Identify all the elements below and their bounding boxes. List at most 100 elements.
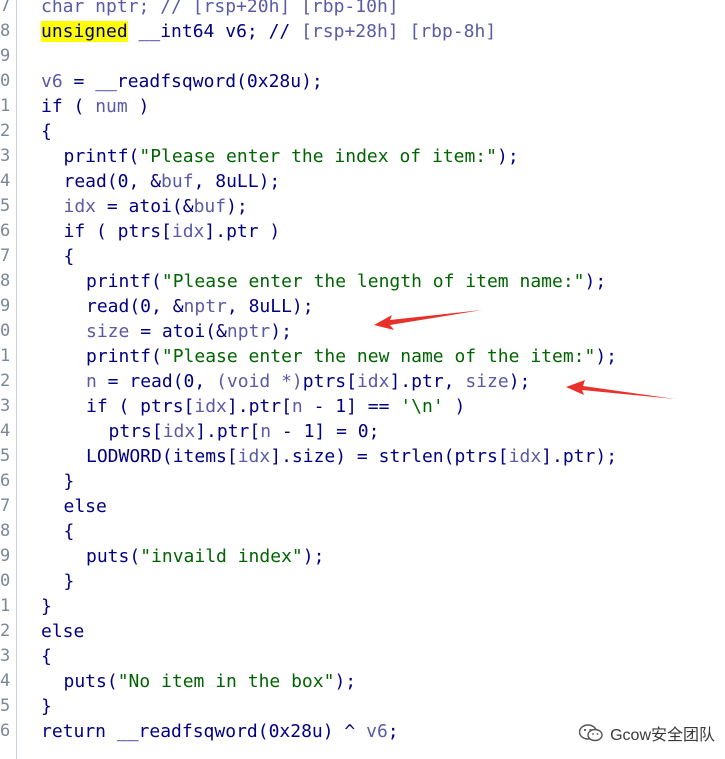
code-token: ); — [270, 321, 292, 342]
line-number: 3 — [0, 646, 11, 666]
identifier-token: (void *) — [216, 371, 303, 392]
code-token: ].ptr[ — [226, 396, 292, 417]
line-number: 4 — [0, 421, 11, 441]
code-line: ptrs[idx].ptr[n - 1] = 0; — [109, 419, 380, 444]
string-literal: "No item in the box" — [117, 671, 335, 692]
code-line: printf("Please enter the length of item … — [86, 269, 606, 294]
line-number: 7 — [0, 0, 11, 16]
code-token: = read(0, — [96, 371, 217, 392]
arrow-left-icon — [566, 380, 675, 399]
code-line: else — [41, 619, 84, 644]
line-number: 8 — [0, 521, 11, 541]
identifier-token: idx — [194, 396, 227, 417]
code-token: if ( — [41, 96, 96, 117]
code-token: ); — [302, 546, 325, 567]
code-token: = __readfsqword(0x28u); — [62, 71, 323, 92]
code-token: { — [63, 246, 75, 267]
code-line: } — [41, 694, 52, 719]
code-token: LODWORD(items[ — [86, 446, 238, 467]
code-line: puts("No item in the box"); — [64, 669, 357, 694]
code-token: return __readfsqword(0x28u) ^ — [41, 721, 367, 742]
code-token: printf( — [63, 146, 140, 167]
code-token: ) — [443, 396, 466, 417]
code-line: printf("Please enter the index of item:"… — [64, 144, 519, 169]
line-number: 0 — [0, 321, 11, 341]
code-line: if ( ptrs[idx].ptr ) — [64, 219, 281, 244]
identifier-token: v6 — [366, 721, 388, 742]
line-number: 2 — [0, 621, 11, 641]
code-token: read(0, & — [86, 296, 184, 317]
code-line: if ( ptrs[idx].ptr[n - 1] == '\n' ) — [86, 394, 465, 419]
line-number: 9 — [0, 46, 11, 66]
identifier-token: idx — [63, 196, 97, 217]
code-token: ].size) = strlen(ptrs[ — [270, 446, 509, 467]
code-line: n = read(0, (void *)ptrs[idx].ptr, size)… — [86, 369, 530, 394]
code-line: if ( num ) — [41, 94, 149, 119]
code-token: puts( — [63, 671, 118, 692]
line-number: 1 — [0, 596, 11, 616]
code-token: ); — [226, 196, 248, 217]
code-token: printf( — [86, 271, 162, 292]
string-literal: "Please enter the new name of the item:" — [161, 346, 596, 367]
code-token: , 8uLL); — [226, 296, 314, 317]
line-number: 7 — [0, 496, 11, 516]
code-token: ].ptr[ — [195, 421, 261, 442]
identifier-token: idx — [237, 446, 271, 467]
code-token: ); — [584, 271, 607, 292]
code-line: return __readfsqword(0x28u) ^ v6; — [41, 719, 399, 744]
identifier-token: v6 — [41, 71, 63, 92]
line-number: 2 — [0, 371, 11, 391]
line-number: 3 — [0, 146, 11, 166]
code-token: else — [41, 621, 85, 642]
code-line: { — [41, 644, 52, 669]
code-token: puts( — [86, 546, 141, 567]
highlighted-token: unsigned — [41, 21, 128, 42]
code-token: = atoi(& — [96, 196, 194, 217]
line-number: 3 — [0, 396, 11, 416]
code-line: unsigned __int64 v6; // [rsp+28h] [rbp-8… — [41, 19, 496, 44]
code-token: ].ptr); — [541, 446, 618, 467]
code-token: ); — [508, 371, 531, 392]
line-number: 2 — [0, 121, 11, 141]
code-token: ); — [595, 346, 618, 367]
code-line: read(0, &nptr, 8uLL); — [86, 294, 314, 319]
code-line: else — [64, 494, 107, 519]
code-token: } — [63, 571, 75, 592]
identifier-token: n — [291, 396, 303, 417]
identifier-token: n — [86, 371, 97, 392]
code-line: printf("Please enter the new name of the… — [86, 344, 617, 369]
code-token: ; — [387, 721, 399, 742]
line-number: 9 — [0, 546, 11, 566]
code-token: ); — [496, 146, 519, 167]
code-line: puts("invaild index"); — [86, 544, 324, 569]
code-line: size = atoi(&nptr); — [86, 319, 292, 344]
string-literal: "invaild index" — [140, 546, 303, 567]
identifier-token: nptr — [183, 296, 227, 317]
code-token: } — [41, 596, 52, 617]
code-line: } — [64, 569, 75, 594]
code-line: char nptr; // [rsp+20h] [rbp-10h] — [41, 0, 399, 19]
code-token: { — [41, 121, 52, 142]
code-token: - 1] = 0; — [271, 421, 380, 442]
identifier-token: idx — [356, 371, 390, 392]
identifier-token: size — [465, 371, 509, 392]
string-literal: "Please enter the index of item:" — [139, 146, 497, 167]
code-token: __int64 v6; // — [127, 21, 302, 42]
line-number: 9 — [0, 296, 11, 316]
line-number: 8 — [0, 271, 11, 291]
code-token: { — [41, 646, 52, 667]
code-line: idx = atoi(&buf); — [64, 194, 248, 219]
string-literal: '\n' — [400, 396, 444, 417]
code-line: { — [64, 244, 75, 269]
code-token: ptrs[ — [108, 421, 163, 442]
line-number: 0 — [0, 71, 11, 91]
code-token: ); — [334, 671, 357, 692]
line-number: 4 — [0, 171, 11, 191]
identifier-token: nptr — [226, 321, 271, 342]
code-token: - 1] == — [302, 396, 401, 417]
code-token: if ( ptrs[ — [63, 221, 172, 242]
identifier-token: idx — [508, 446, 542, 467]
code-line: LODWORD(items[idx].size) = strlen(ptrs[i… — [86, 444, 617, 469]
identifier-token: num — [95, 96, 128, 117]
line-number: 8 — [0, 21, 11, 41]
